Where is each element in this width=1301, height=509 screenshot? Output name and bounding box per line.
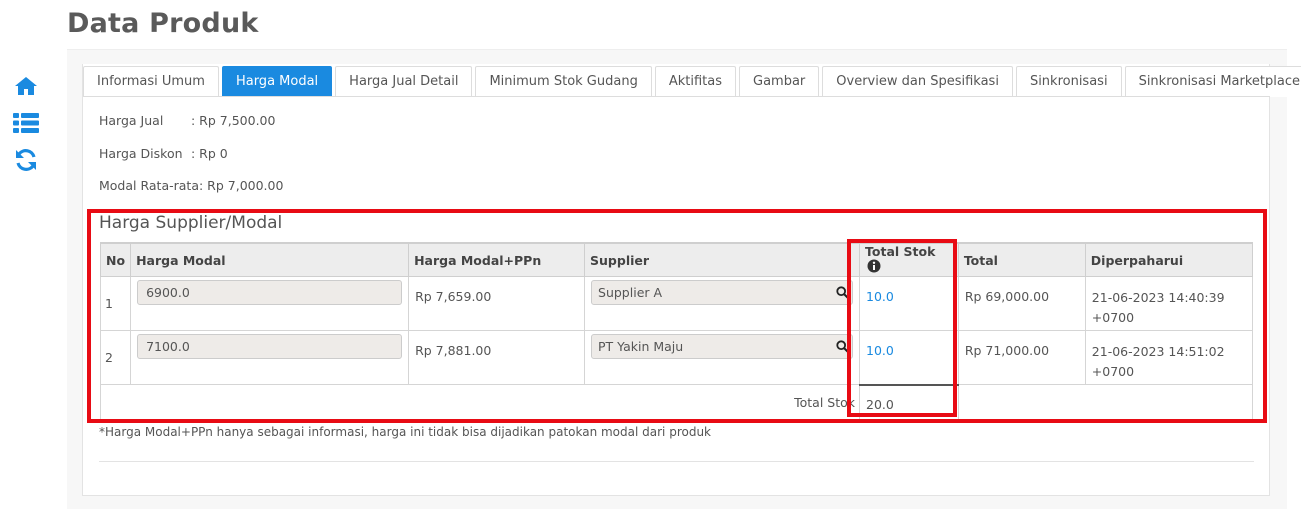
harga-ppn-cell: Rp 7,659.00 [408, 276, 586, 331]
page-title: Data Produk [67, 8, 259, 39]
tab-overview-spesifikasi[interactable]: Overview dan Spesifikasi [822, 66, 1013, 97]
divider [99, 461, 1254, 462]
total-cell: Rp 69,000.00 [957, 276, 1086, 331]
search-icon[interactable] [836, 340, 849, 356]
tab-informasi-umum[interactable]: Informasi Umum [83, 66, 219, 97]
harga-jual-label: Harga Jual [99, 113, 164, 128]
col-diperbaharui: Diperpaharui [1084, 242, 1254, 277]
table-row: 2 7100.0 Rp 7,881.00 PT Yakin Maju 10.0 … [99, 330, 1254, 385]
updated-timezone: +0700 [1091, 364, 1135, 379]
section-title: Harga Supplier/Modal [99, 213, 283, 233]
total-stok-footer-label: Total Stok [99, 384, 861, 420]
row-number: 2 [99, 330, 132, 385]
supplier-cell: Supplier A [584, 276, 861, 331]
updated-datetime: 21-06-2023 14:40:39 [1091, 290, 1225, 305]
total-stok-link[interactable]: 10.0 [859, 276, 959, 331]
list-icon[interactable] [12, 112, 40, 138]
footnote: *Harga Modal+PPn hanya sebagai informasi… [99, 425, 711, 439]
tab-bar: Informasi Umum Harga Modal Harga Jual De… [83, 66, 1301, 97]
supplier-table: No Harga Modal Harga Modal+PPn Supplier … [99, 242, 1254, 420]
supplier-select[interactable]: PT Yakin Maju [591, 334, 854, 359]
info-harga-diskon: Harga Diskon : Rp 0 [99, 146, 228, 161]
search-icon[interactable] [836, 286, 849, 302]
total-stok-link[interactable]: 10.0 [859, 330, 959, 385]
footer-empty [957, 384, 1254, 420]
sidebar [12, 76, 40, 184]
updated-timezone: +0700 [1091, 310, 1135, 325]
refresh-icon[interactable] [12, 148, 40, 174]
row-number: 1 [99, 276, 132, 331]
harga-jual-value: : Rp 7,500.00 [191, 113, 276, 128]
tab-harga-jual-detail[interactable]: Harga Jual Detail [335, 66, 473, 97]
updated-cell: 21-06-2023 14:40:39 +0700 [1084, 276, 1254, 331]
info-modal-rata-rata: Modal Rata-rata : Rp 7,000.00 [99, 178, 283, 193]
table-row: 1 6900.0 Rp 7,659.00 Supplier A 10.0 Rp … [99, 276, 1254, 331]
supplier-cell: PT Yakin Maju [584, 330, 861, 385]
col-no: No [99, 242, 132, 277]
harga-ppn-cell: Rp 7,881.00 [408, 330, 586, 385]
harga-modal-input[interactable]: 7100.0 [137, 334, 403, 359]
supplier-select[interactable]: Supplier A [591, 280, 854, 305]
updated-datetime: 21-06-2023 14:51:02 [1091, 344, 1225, 359]
tab-sinkronisasi-marketplace[interactable]: Sinkronisasi Marketplace [1124, 66, 1301, 97]
table-header-row: No Harga Modal Harga Modal+PPn Supplier … [99, 242, 1254, 277]
tab-sinkronisasi[interactable]: Sinkronisasi [1015, 66, 1122, 97]
table-footer-row: Total Stok 20.0 [99, 383, 1254, 420]
tab-harga-modal[interactable]: Harga Modal [221, 66, 333, 97]
tab-aktifitas[interactable]: Aktifitas [654, 66, 736, 97]
harga-modal-cell: 6900.0 [130, 276, 410, 331]
col-total-stok: Total Stok [859, 242, 959, 277]
harga-modal-input[interactable]: 6900.0 [137, 280, 403, 305]
tab-gambar[interactable]: Gambar [739, 66, 820, 97]
col-harga-modal-ppn: Harga Modal+PPn [408, 242, 586, 277]
info-icon[interactable] [867, 259, 881, 276]
col-total-stok-label: Total Stok [865, 244, 936, 259]
col-supplier: Supplier [584, 242, 861, 277]
total-stok-footer-value: 20.0 [859, 383, 959, 420]
supplier-select-value: PT Yakin Maju [598, 339, 684, 354]
updated-cell: 21-06-2023 14:51:02 +0700 [1084, 330, 1254, 385]
col-harga-modal: Harga Modal [130, 242, 410, 277]
tab-minimum-stok-gudang[interactable]: Minimum Stok Gudang [475, 66, 652, 97]
modal-rata-rata-value: : Rp 7,000.00 [198, 178, 284, 193]
total-cell: Rp 71,000.00 [957, 330, 1086, 385]
supplier-select-value: Supplier A [598, 285, 663, 300]
home-icon[interactable] [12, 76, 40, 102]
harga-modal-cell: 7100.0 [130, 330, 410, 385]
tab-divider [83, 96, 1270, 97]
info-harga-jual: Harga Jual : Rp 7,500.00 [99, 113, 275, 128]
modal-rata-rata-label: Modal Rata-rata [99, 178, 199, 193]
harga-diskon-label: Harga Diskon [99, 146, 183, 161]
harga-diskon-value: : Rp 0 [191, 146, 228, 161]
col-total: Total [957, 242, 1086, 277]
